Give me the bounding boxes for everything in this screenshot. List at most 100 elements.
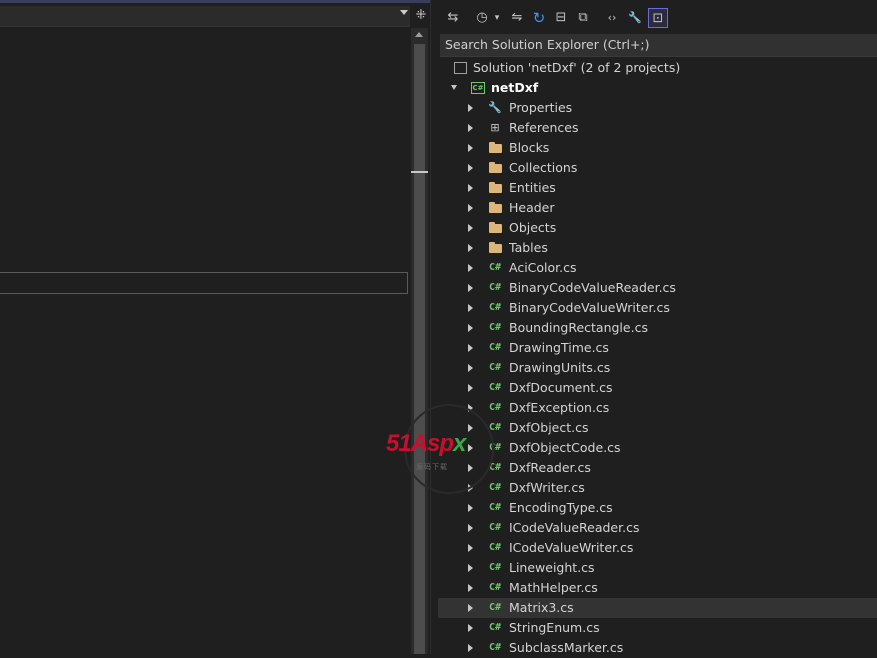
solution-tree: Solution 'netDxf' (2 of 2 projects) C# n…	[438, 58, 877, 658]
tree-item[interactable]: C# Lineweight.cs	[438, 558, 877, 578]
chevron-right-icon[interactable]	[468, 644, 473, 652]
chevron-right-icon[interactable]	[468, 504, 473, 512]
chevron-right-icon[interactable]	[468, 284, 473, 292]
view-code-icon[interactable]: ‹›	[604, 8, 620, 28]
chevron-right-icon[interactable]	[468, 464, 473, 472]
chevron-right-icon[interactable]	[468, 344, 473, 352]
tree-item[interactable]: C# StringEnum.cs	[438, 618, 877, 638]
tree-item[interactable]: Header	[438, 198, 877, 218]
chevron-expanded-icon[interactable]	[451, 85, 457, 90]
tree-item[interactable]: 🔧 Properties	[438, 98, 877, 118]
tree-item[interactable]: C# SubclassMarker.cs	[438, 638, 877, 658]
sync-with-active-document-icon[interactable]: ⇆	[444, 8, 462, 28]
switch-views-icon[interactable]: ⇋	[508, 8, 526, 28]
tree-item-label: Properties	[509, 100, 573, 115]
scrollbar-thumb[interactable]	[414, 44, 425, 654]
csharp-file-icon: C#	[488, 402, 502, 413]
chevron-right-icon[interactable]	[468, 224, 473, 232]
refresh-icon[interactable]: ↻	[530, 8, 548, 28]
tree-item[interactable]: Collections	[438, 158, 877, 178]
chevron-right-icon[interactable]	[468, 244, 473, 252]
code-editor[interactable]: ⁜	[0, 0, 430, 654]
chevron-right-icon[interactable]	[468, 564, 473, 572]
split-window-icon[interactable]: ⁜	[413, 6, 429, 26]
scroll-up-icon[interactable]	[415, 32, 423, 37]
chevron-right-icon[interactable]	[468, 524, 473, 532]
tree-item[interactable]: C# MathHelper.cs	[438, 578, 877, 598]
chevron-right-icon[interactable]	[468, 404, 473, 412]
tree-item-label: Header	[509, 200, 555, 215]
tree-item[interactable]: C# Matrix3.cs	[438, 598, 877, 618]
tree-item[interactable]: C# DxfDocument.cs	[438, 378, 877, 398]
tree-item[interactable]: C# ICodeValueWriter.cs	[438, 538, 877, 558]
chevron-right-icon[interactable]	[468, 584, 473, 592]
tree-item[interactable]: C# DrawingTime.cs	[438, 338, 877, 358]
tree-item[interactable]: Blocks	[438, 138, 877, 158]
tree-item[interactable]: ⊞ References	[438, 118, 877, 138]
tree-item-label: DxfObject.cs	[509, 420, 589, 435]
wrench-icon: 🔧	[488, 101, 502, 114]
chevron-right-icon[interactable]	[468, 164, 473, 172]
dropdown-arrow-icon[interactable]: ▾	[492, 8, 502, 28]
properties-wrench-icon[interactable]: 🔧	[626, 8, 644, 28]
csharp-file-icon: C#	[488, 542, 502, 553]
chevron-right-icon[interactable]	[468, 144, 473, 152]
tree-item-label: BoundingRectangle.cs	[509, 320, 648, 335]
tree-item-label: DxfObjectCode.cs	[509, 440, 621, 455]
references-icon: ⊞	[490, 121, 500, 134]
chevron-right-icon[interactable]	[468, 324, 473, 332]
show-all-files-icon[interactable]: ⧉	[574, 8, 592, 28]
chevron-right-icon[interactable]	[468, 444, 473, 452]
chevron-right-icon[interactable]	[468, 304, 473, 312]
tree-item-label: DxfException.cs	[509, 400, 610, 415]
csharp-file-icon: C#	[488, 462, 502, 473]
tree-item-label: Matrix3.cs	[509, 600, 574, 615]
tree-item[interactable]: C# DrawingUnits.cs	[438, 358, 877, 378]
chevron-right-icon[interactable]	[468, 384, 473, 392]
tree-item-label: EncodingType.cs	[509, 500, 613, 515]
chevron-right-icon[interactable]	[468, 624, 473, 632]
tree-item[interactable]: C# AciColor.cs	[438, 258, 877, 278]
csharp-file-icon: C#	[488, 482, 502, 493]
chevron-right-icon[interactable]	[468, 204, 473, 212]
solution-node[interactable]: Solution 'netDxf' (2 of 2 projects)	[438, 58, 877, 78]
chevron-right-icon[interactable]	[468, 184, 473, 192]
project-node[interactable]: C# netDxf	[438, 78, 877, 98]
navigation-bar[interactable]	[0, 6, 410, 27]
tree-item-label: StringEnum.cs	[509, 620, 600, 635]
chevron-right-icon[interactable]	[468, 484, 473, 492]
tree-item[interactable]: C# BinaryCodeValueReader.cs	[438, 278, 877, 298]
csharp-file-icon: C#	[488, 502, 502, 513]
tree-item-label: ICodeValueReader.cs	[509, 520, 640, 535]
tree-item[interactable]: C# ICodeValueReader.cs	[438, 518, 877, 538]
chevron-right-icon[interactable]	[468, 364, 473, 372]
tree-item-label: BinaryCodeValueReader.cs	[509, 280, 676, 295]
csharp-file-icon: C#	[488, 322, 502, 333]
search-input[interactable]	[440, 34, 860, 55]
tree-item[interactable]: Tables	[438, 238, 877, 258]
chevron-right-icon[interactable]	[468, 104, 473, 112]
tree-item[interactable]: Objects	[438, 218, 877, 238]
pending-changes-filter-icon[interactable]: ◷	[474, 8, 490, 28]
tree-item[interactable]: C# DxfWriter.cs	[438, 478, 877, 498]
editor-highlight-box	[0, 272, 408, 294]
preview-selected-items-icon[interactable]: ⊡	[648, 8, 668, 28]
tree-item[interactable]: C# DxfObjectCode.cs	[438, 438, 877, 458]
tree-item[interactable]: C# BoundingRectangle.cs	[438, 318, 877, 338]
editor-tab-strip-line	[0, 0, 430, 3]
chevron-right-icon[interactable]	[468, 544, 473, 552]
folder-icon	[487, 140, 503, 156]
chevron-right-icon[interactable]	[468, 424, 473, 432]
chevron-right-icon[interactable]	[468, 124, 473, 132]
tree-item[interactable]: C# DxfReader.cs	[438, 458, 877, 478]
chevron-right-icon[interactable]	[468, 604, 473, 612]
chevron-down-icon[interactable]	[400, 10, 408, 15]
tree-item[interactable]: C# DxfException.cs	[438, 398, 877, 418]
chevron-right-icon[interactable]	[468, 264, 473, 272]
tree-item[interactable]: C# BinaryCodeValueWriter.cs	[438, 298, 877, 318]
vertical-scrollbar[interactable]	[411, 28, 428, 654]
tree-item[interactable]: C# EncodingType.cs	[438, 498, 877, 518]
tree-item[interactable]: Entities	[438, 178, 877, 198]
tree-item[interactable]: C# DxfObject.cs	[438, 418, 877, 438]
collapse-all-icon[interactable]: ⊟	[552, 8, 570, 28]
